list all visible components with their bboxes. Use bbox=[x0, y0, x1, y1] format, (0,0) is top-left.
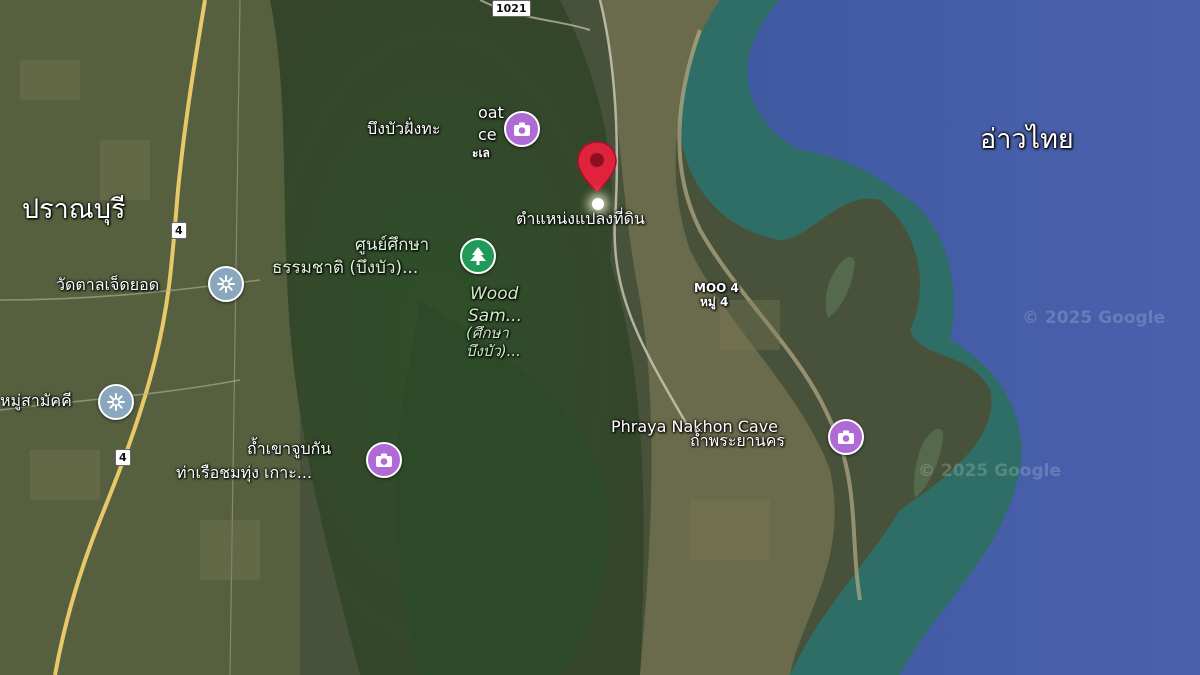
temple-marker[interactable] bbox=[98, 384, 134, 420]
sea-label: อ่าวไทย bbox=[980, 124, 1074, 155]
district-label: ปราณบุรี bbox=[22, 194, 126, 225]
place-label-nature-center[interactable]: ศูนย์ศึกษา bbox=[355, 235, 429, 256]
park-marker[interactable] bbox=[460, 238, 496, 274]
place-label-temple[interactable]: หมู่สามัคคี bbox=[0, 391, 72, 410]
village-label: MOO 4 bbox=[694, 281, 739, 295]
place-label-lotus-pond[interactable]: บึงบัวฝั่งทะ bbox=[367, 119, 440, 138]
place-label: ะเล bbox=[472, 146, 490, 160]
road-shield-1021: 1021 bbox=[492, 0, 531, 17]
place-label-wood: Wood bbox=[470, 284, 519, 304]
land-location-label: ตำแหน่งแปลงที่ดิน bbox=[516, 209, 645, 228]
road-shield-4: 4 bbox=[171, 222, 187, 239]
camera-icon bbox=[376, 453, 392, 467]
satellite-basemap bbox=[0, 0, 1200, 675]
temple-icon bbox=[217, 275, 235, 293]
place-label: ce bbox=[478, 125, 497, 144]
camera-icon bbox=[838, 430, 854, 444]
camera-icon bbox=[514, 122, 530, 136]
place-label-cave-pier[interactable]: ท่าเรือชมทุ่ง เกาะ... bbox=[176, 463, 312, 482]
place-label-temple[interactable]: วัดตาลเจ็ดยอด bbox=[56, 275, 159, 294]
temple-marker[interactable] bbox=[208, 266, 244, 302]
attraction-marker[interactable] bbox=[366, 442, 402, 478]
place-label: oat bbox=[478, 103, 504, 122]
map-watermark: © 2025 Google bbox=[918, 461, 1061, 481]
place-label-phraya-nakhon-cave[interactable]: ถ้ำพระยานคร bbox=[690, 431, 785, 450]
attraction-marker[interactable] bbox=[828, 419, 864, 455]
place-label-nature-center[interactable]: ธรรมชาติ (บึงบัว)... bbox=[272, 258, 418, 279]
place-label-wood: (ศึกษา bbox=[466, 324, 509, 342]
village-label: หมู่ 4 bbox=[700, 295, 729, 309]
place-label-wood: บึงบัว)... bbox=[466, 342, 521, 360]
tree-icon bbox=[470, 247, 486, 265]
temple-icon bbox=[107, 393, 125, 411]
map-watermark: © 2025 Google bbox=[1022, 308, 1165, 328]
attraction-marker[interactable] bbox=[504, 111, 540, 147]
road-shield-4: 4 bbox=[115, 449, 131, 466]
location-pin[interactable] bbox=[574, 140, 620, 210]
location-pin-icon bbox=[577, 141, 617, 194]
place-label-cave-pier[interactable]: ถ้ำเขาจูบกัน bbox=[247, 439, 331, 458]
map-view[interactable]: © 2025 Google © 2025 Google 1021 4 4 อ่า… bbox=[0, 0, 1200, 675]
